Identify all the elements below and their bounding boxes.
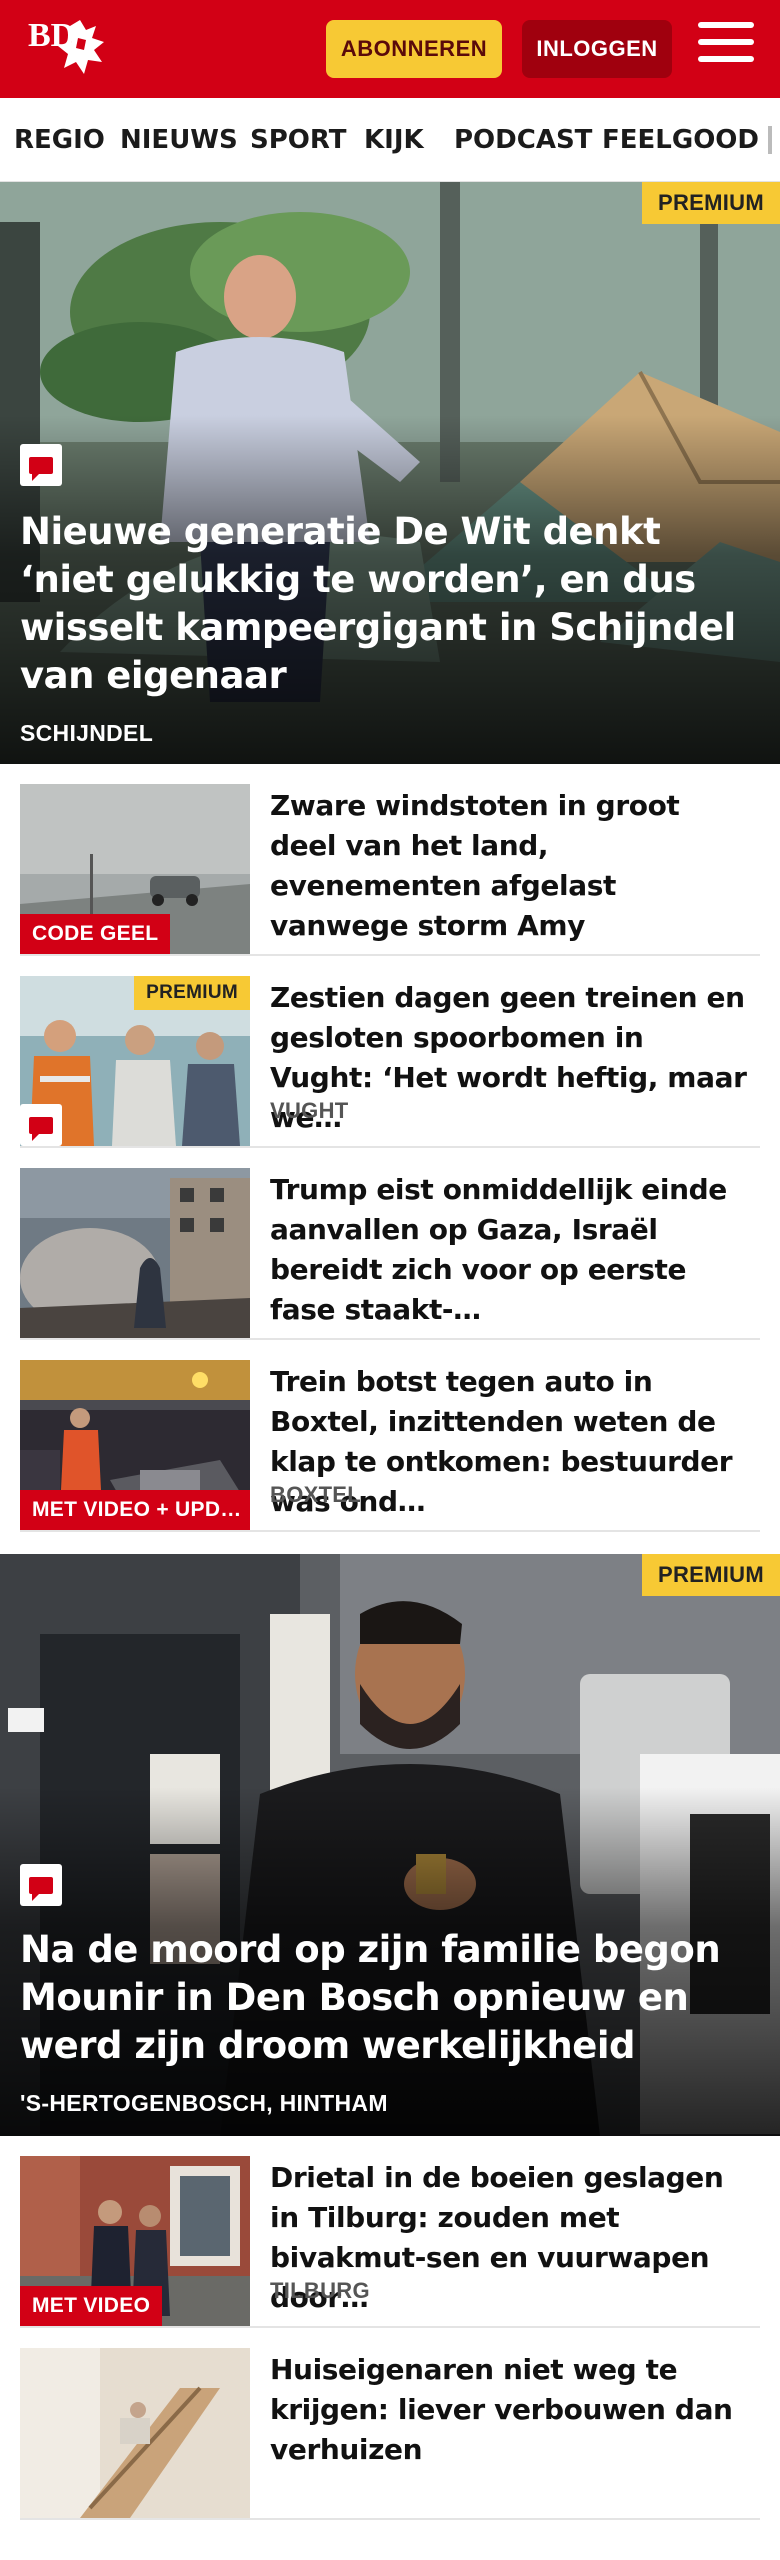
- article-location: BOXTEL: [270, 1482, 362, 1507]
- article-headline[interactable]: Trump eist onmiddellijk einde aanvallen …: [270, 1170, 750, 1330]
- login-button[interactable]: INLOGGEN: [522, 20, 672, 78]
- list-item[interactable]: MET VIDEO + UPD… Trein botst tegen auto …: [20, 1340, 760, 1532]
- comment-icon: [20, 1864, 62, 1906]
- nav-item-kijk[interactable]: KIJK: [364, 98, 424, 181]
- section-nav: REGIO NIEUWS SPORT KIJK PODCAST FEELGOOD: [0, 98, 780, 182]
- bd-logo[interactable]: BD: [26, 16, 116, 82]
- article-thumbnail: [20, 1168, 250, 1338]
- list-item[interactable]: MET VIDEO Drietal in de boeien geslagen …: [20, 2136, 760, 2328]
- article-tag: MET VIDEO + UPD…: [20, 1490, 250, 1530]
- nav-overflow-divider: [768, 126, 772, 154]
- list-item[interactable]: Trump eist onmiddellijk einde aanvallen …: [20, 1148, 760, 1340]
- premium-badge: PREMIUM: [642, 182, 780, 224]
- nav-item-feelgood[interactable]: FEELGOOD: [602, 98, 759, 181]
- article-thumbnail: MET VIDEO: [20, 2156, 250, 2326]
- article-headline[interactable]: Zware windstoten in groot deel van het l…: [270, 786, 750, 946]
- hero-article-mounir[interactable]: PREMIUM Na de moord op zijn familie bego…: [0, 1554, 780, 2136]
- premium-badge: PREMIUM: [134, 976, 250, 1010]
- hero-article-camping[interactable]: PREMIUM Nieuwe generatie De Wit denkt ‘n…: [0, 182, 780, 764]
- nav-item-nieuws[interactable]: NIEUWS: [120, 98, 238, 181]
- hero-location: SCHIJNDEL: [20, 720, 154, 746]
- nav-item-sport[interactable]: SPORT: [250, 98, 346, 181]
- list-item[interactable]: PREMIUM Zestien dagen geen treinen en ge…: [20, 956, 760, 1148]
- article-tag: MET VIDEO: [20, 2286, 163, 2326]
- article-location: TILBURG: [270, 2278, 370, 2303]
- article-tag: CODE GEEL: [20, 914, 171, 954]
- list-item[interactable]: CODE GEEL Zware windstoten in groot deel…: [20, 764, 760, 956]
- article-thumbnail: MET VIDEO + UPD…: [20, 1360, 250, 1530]
- article-thumbnail: CODE GEEL: [20, 784, 250, 954]
- nav-item-podcast[interactable]: PODCAST: [454, 98, 592, 181]
- list-item[interactable]: Huiseigenaren niet weg te krijgen: lieve…: [20, 2328, 760, 2520]
- article-headline[interactable]: Huiseigenaren niet weg te krijgen: lieve…: [270, 2350, 750, 2470]
- hero-location: 'S-HERTOGENBOSCH, HINTHAM: [20, 2090, 388, 2116]
- site-header: BD ABONNEREN INLOGGEN: [0, 0, 780, 98]
- bd-logo-icon: BD: [28, 17, 104, 74]
- nav-item-regio[interactable]: REGIO: [14, 98, 105, 181]
- comment-icon: [20, 444, 62, 486]
- comment-icon: [20, 1104, 62, 1146]
- premium-badge: PREMIUM: [642, 1554, 780, 1596]
- article-thumbnail: [20, 2348, 250, 2518]
- hero-headline[interactable]: Nieuwe generatie De Wit denkt ‘niet gelu…: [20, 508, 758, 700]
- article-location: VUGHT: [270, 1098, 349, 1123]
- subscribe-button[interactable]: ABONNEREN: [326, 20, 502, 78]
- article-thumbnail: PREMIUM: [20, 976, 250, 1146]
- hamburger-menu-icon[interactable]: [698, 22, 754, 74]
- hero-headline[interactable]: Na de moord op zijn familie begon Mounir…: [20, 1926, 758, 2070]
